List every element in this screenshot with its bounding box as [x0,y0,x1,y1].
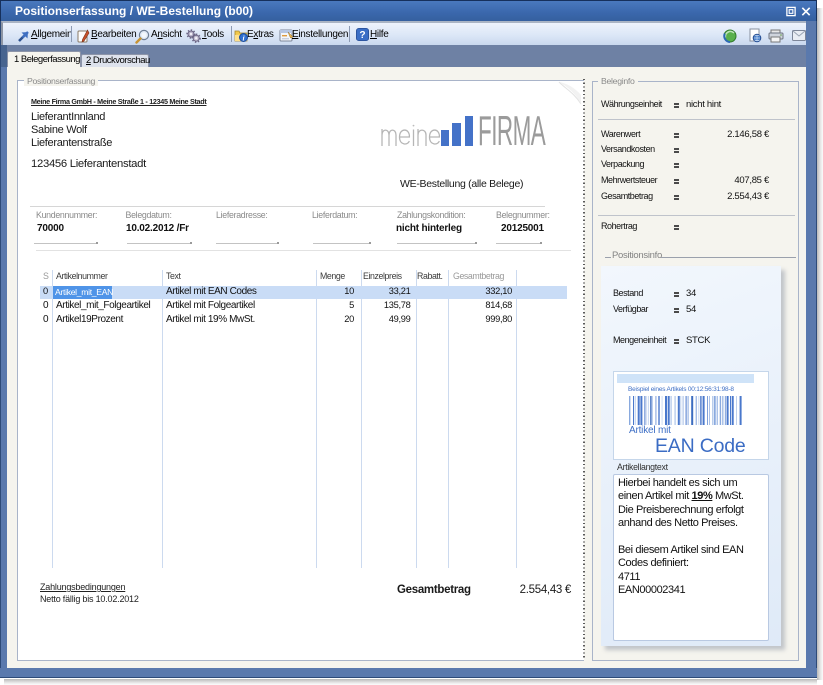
svg-text:?: ? [359,30,365,41]
